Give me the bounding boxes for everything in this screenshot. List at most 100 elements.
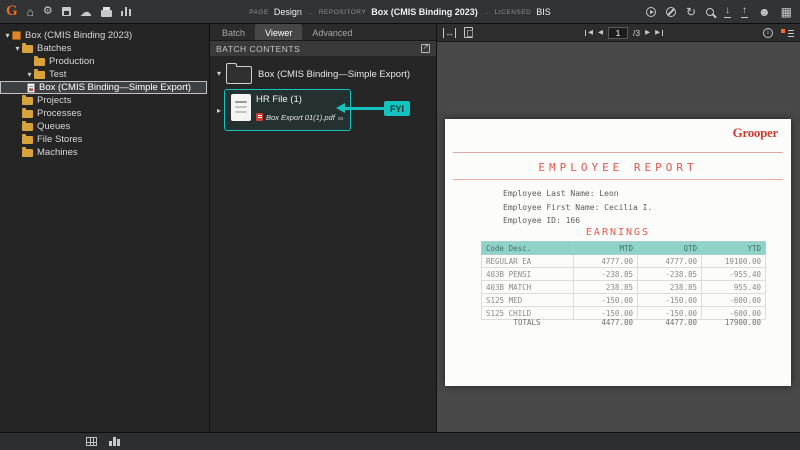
document-viewer: /3 Grooper EMPLOYEE REPORT Employee Last… [437,24,800,432]
sidebar-item-box-simple-export[interactable]: Box (CMIS Binding—Simple Export) [0,81,207,94]
chevron-down-icon[interactable] [3,31,12,40]
earnings-heading: EARNINGS [585,227,651,238]
refresh-icon[interactable] [686,6,696,18]
folder-icon [22,134,33,144]
col-ytd: YTD [701,241,766,255]
batch-panel: Batch Viewer Advanced BATCH CONTENTS Box… [210,24,437,432]
col-mtd: MTD [573,241,638,255]
document-icon [231,94,251,121]
separator-dot [307,3,314,21]
col-qtd: QTD [637,241,702,255]
batch-icon [27,82,35,93]
page-value[interactable]: Design [274,7,302,17]
sidebar-item-test[interactable]: Test [0,68,209,81]
employee-last-name: Employee Last Name: Leon [503,189,619,198]
employee-info: Employee Last Name: Leon Employee First … [503,187,652,228]
previous-page-icon[interactable] [598,30,603,37]
context-breadcrumb: PAGE Design REPOSITORY Box (CMIS Binding… [249,0,551,24]
sidebar-item-processes[interactable]: Processes [0,107,209,120]
folder-icon [22,121,33,131]
table-row: S125 MED -150.00 -150.00 -600.00 [481,293,766,307]
save-icon[interactable] [61,7,71,16]
cloud-icon[interactable] [80,6,92,18]
batch-document-item[interactable]: HR File (1) Box Export 01(1).pdf [224,89,351,131]
first-page-icon[interactable] [585,29,593,37]
totals-mtd: 4477.00 [601,318,633,327]
document-canvas[interactable]: Grooper EMPLOYEE REPORT Employee Last Na… [437,42,800,432]
table-header-row: Code Desc. MTD QTD YTD [481,241,766,255]
chevron-down-icon[interactable] [13,44,22,53]
fit-page-icon[interactable] [464,27,473,38]
totals-qtd: 4477.00 [665,318,697,327]
block-circle-icon[interactable] [665,6,676,17]
totals-ytd: 17900.00 [724,318,761,327]
tab-viewer[interactable]: Viewer [255,24,303,40]
last-page-icon[interactable] [655,29,664,37]
chevron-right-icon[interactable] [214,106,224,115]
search-icon[interactable] [706,7,715,16]
page-label: PAGE [249,8,269,16]
tab-batch[interactable]: Batch [212,24,255,40]
employee-first-name: Employee First Name: Cecilia I. [503,202,653,212]
thumbnails-icon[interactable] [781,28,794,38]
totals-label: TOTALS [513,318,541,327]
col-code-desc: Code Desc. [481,241,574,255]
sidebar-item-label: Box (CMIS Binding—Simple Export) [39,82,192,93]
upload-icon[interactable] [741,6,749,18]
document-page[interactable]: Grooper EMPLOYEE REPORT Employee Last Na… [445,119,791,386]
settings-gear-icon[interactable] [43,6,53,17]
table-row: REGULAR EA 4777.00 4777.00 19100.00 [481,254,766,268]
folder-icon [22,108,33,118]
top-bar: G PAGE Design REPOSITORY Box (CMIS Bindi… [0,0,800,24]
bottom-status-bar [0,432,800,450]
folder-icon [22,43,33,53]
document-filename: Box Export 01(1).pdf [266,112,335,122]
totals-row: TOTALS 4477.00 4477.00 17900.00 [481,318,765,327]
chevron-down-icon[interactable] [214,69,224,78]
batch-folder-label: Box (CMIS Binding—Simple Export) [258,69,411,80]
chart-view-icon[interactable] [109,437,120,446]
sidebar-item-projects[interactable]: Projects [0,94,209,107]
popout-icon[interactable] [421,43,430,53]
pdf-icon [256,113,263,121]
stats-chart-icon[interactable] [120,7,132,16]
sidebar-item-repository-root[interactable]: Box (CMIS Binding 2023) [0,29,209,42]
download-icon[interactable] [724,6,732,18]
report-title-block: EMPLOYEE REPORT [453,152,783,180]
folder-icon [34,69,45,79]
play-circle-icon[interactable] [645,6,656,17]
document-subtitle-row: Box Export 01(1).pdf [256,108,344,126]
batch-folder-row[interactable]: Box (CMIS Binding—Simple Export) [214,62,432,84]
sidebar-item-production[interactable]: Production [0,55,209,68]
fit-width-icon[interactable] [443,27,456,38]
repository-value[interactable]: Box (CMIS Binding 2023) [371,7,478,17]
home-icon[interactable] [27,6,34,18]
document-title: HR File (1) [256,94,302,105]
tab-advanced[interactable]: Advanced [302,24,362,40]
user-account-icon[interactable] [758,6,771,18]
page-count: /3 [633,28,641,38]
employee-id: Employee ID: 166 [503,216,581,225]
printer-icon[interactable] [100,6,112,17]
license-label: LICENSED [494,8,532,16]
page-number-input[interactable] [608,27,628,39]
apps-menu-icon[interactable] [781,6,792,18]
report-title: EMPLOYEE REPORT [538,161,698,174]
batch-folder-icon [226,63,252,84]
next-page-icon[interactable] [645,30,650,37]
folder-icon [22,95,33,105]
grooper-logo[interactable]: G [6,4,18,19]
sidebar-item-batches[interactable]: Batches [0,42,209,55]
sidebar-item-file-stores[interactable]: File Stores [0,133,209,146]
fyi-annotation: FYI [336,101,411,116]
separator-dot [483,3,490,21]
folder-icon [22,147,33,157]
chevron-down-icon[interactable] [25,70,34,79]
grid-view-icon[interactable] [86,437,97,446]
sidebar-item-machines[interactable]: Machines [0,146,209,159]
info-icon[interactable] [763,28,773,38]
batch-contents-tree: Box (CMIS Binding—Simple Export) HR File… [210,56,436,131]
topbar-right-icons [645,6,800,18]
sidebar-item-queues[interactable]: Queues [0,120,209,133]
batch-contents-header: BATCH CONTENTS [210,41,436,56]
